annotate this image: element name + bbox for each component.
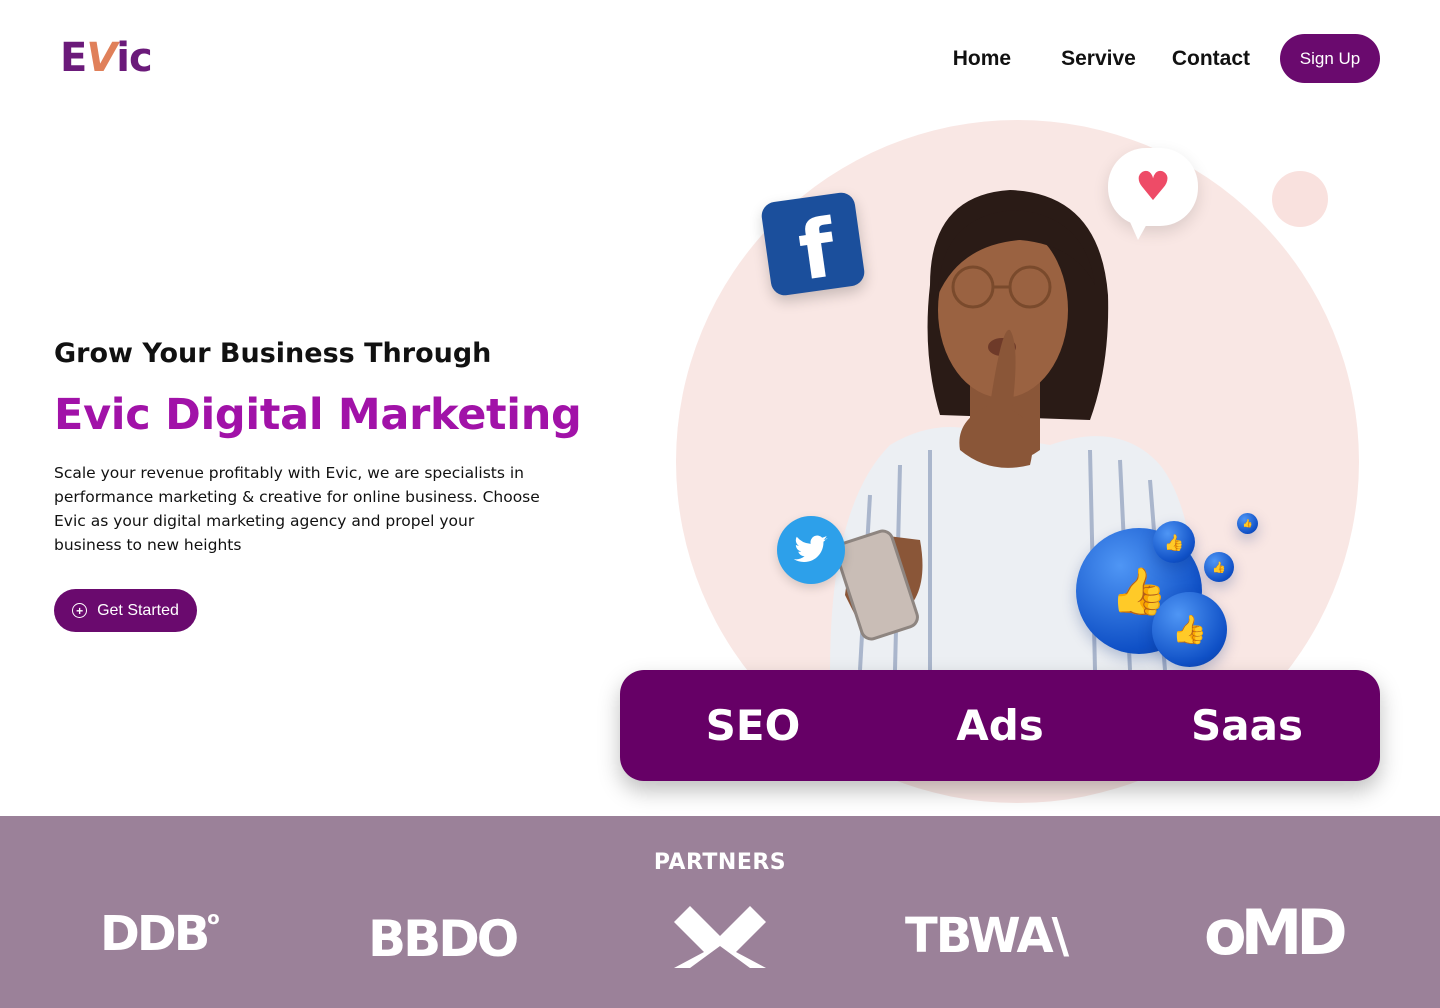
evic-logo[interactable]: E Vic xyxy=(60,35,153,81)
logo-letter-e: E xyxy=(60,35,87,81)
get-started-button[interactable]: + Get Started xyxy=(54,589,197,632)
landing-page: { "brand": { "logo_e": "E", "logo_v": "V… xyxy=(0,0,1440,1008)
partner-logo-ddb: DDBo xyxy=(100,906,220,962)
partner-logo-bbdo: BBDO xyxy=(368,910,519,968)
partner-logo-omd: oMD xyxy=(1204,896,1348,969)
service-saas[interactable]: Saas xyxy=(1114,670,1380,781)
service-seo[interactable]: SEO xyxy=(620,670,886,781)
main-nav: Home Servive Contact Sign Up xyxy=(953,34,1380,83)
nav-home[interactable]: Home xyxy=(953,47,1011,71)
get-started-label: Get Started xyxy=(97,601,179,619)
heart-icon: ♥ xyxy=(1108,148,1198,240)
service-ads[interactable]: Ads xyxy=(886,670,1114,781)
partner-logo-x-mark xyxy=(674,906,766,968)
hero-subtitle: Grow Your Business Through xyxy=(54,338,492,369)
signup-button[interactable]: Sign Up xyxy=(1280,34,1380,83)
partner-logo-tbwa: TBWA\ xyxy=(905,908,1069,964)
decorative-dot xyxy=(1272,171,1328,227)
facebook-icon: f xyxy=(759,190,867,298)
like-bubble-icon: 👍 xyxy=(1153,521,1195,563)
twitter-icon xyxy=(777,516,845,584)
logo-letters-ic: ic xyxy=(116,35,152,81)
nav-contact[interactable]: Contact xyxy=(1172,47,1250,71)
like-bubble-icon: 👍 xyxy=(1237,513,1258,534)
partners-title: PARTNERS xyxy=(653,850,787,875)
services-bar: SEO Ads Saas xyxy=(620,670,1380,781)
logo-letter-v: V xyxy=(86,35,117,81)
like-bubble-icon: 👍 xyxy=(1204,552,1234,582)
hero-title: Evic Digital Marketing xyxy=(54,390,582,440)
nav-service[interactable]: Servive xyxy=(1061,47,1136,71)
plus-circle-icon: + xyxy=(72,603,88,618)
like-bubble-icon: 👍 xyxy=(1152,592,1227,667)
partners-section: PARTNERS DDBo BBDO TBWA\ oMD xyxy=(0,816,1440,1008)
hero-description: Scale your revenue profitably with Evic,… xyxy=(54,464,540,554)
